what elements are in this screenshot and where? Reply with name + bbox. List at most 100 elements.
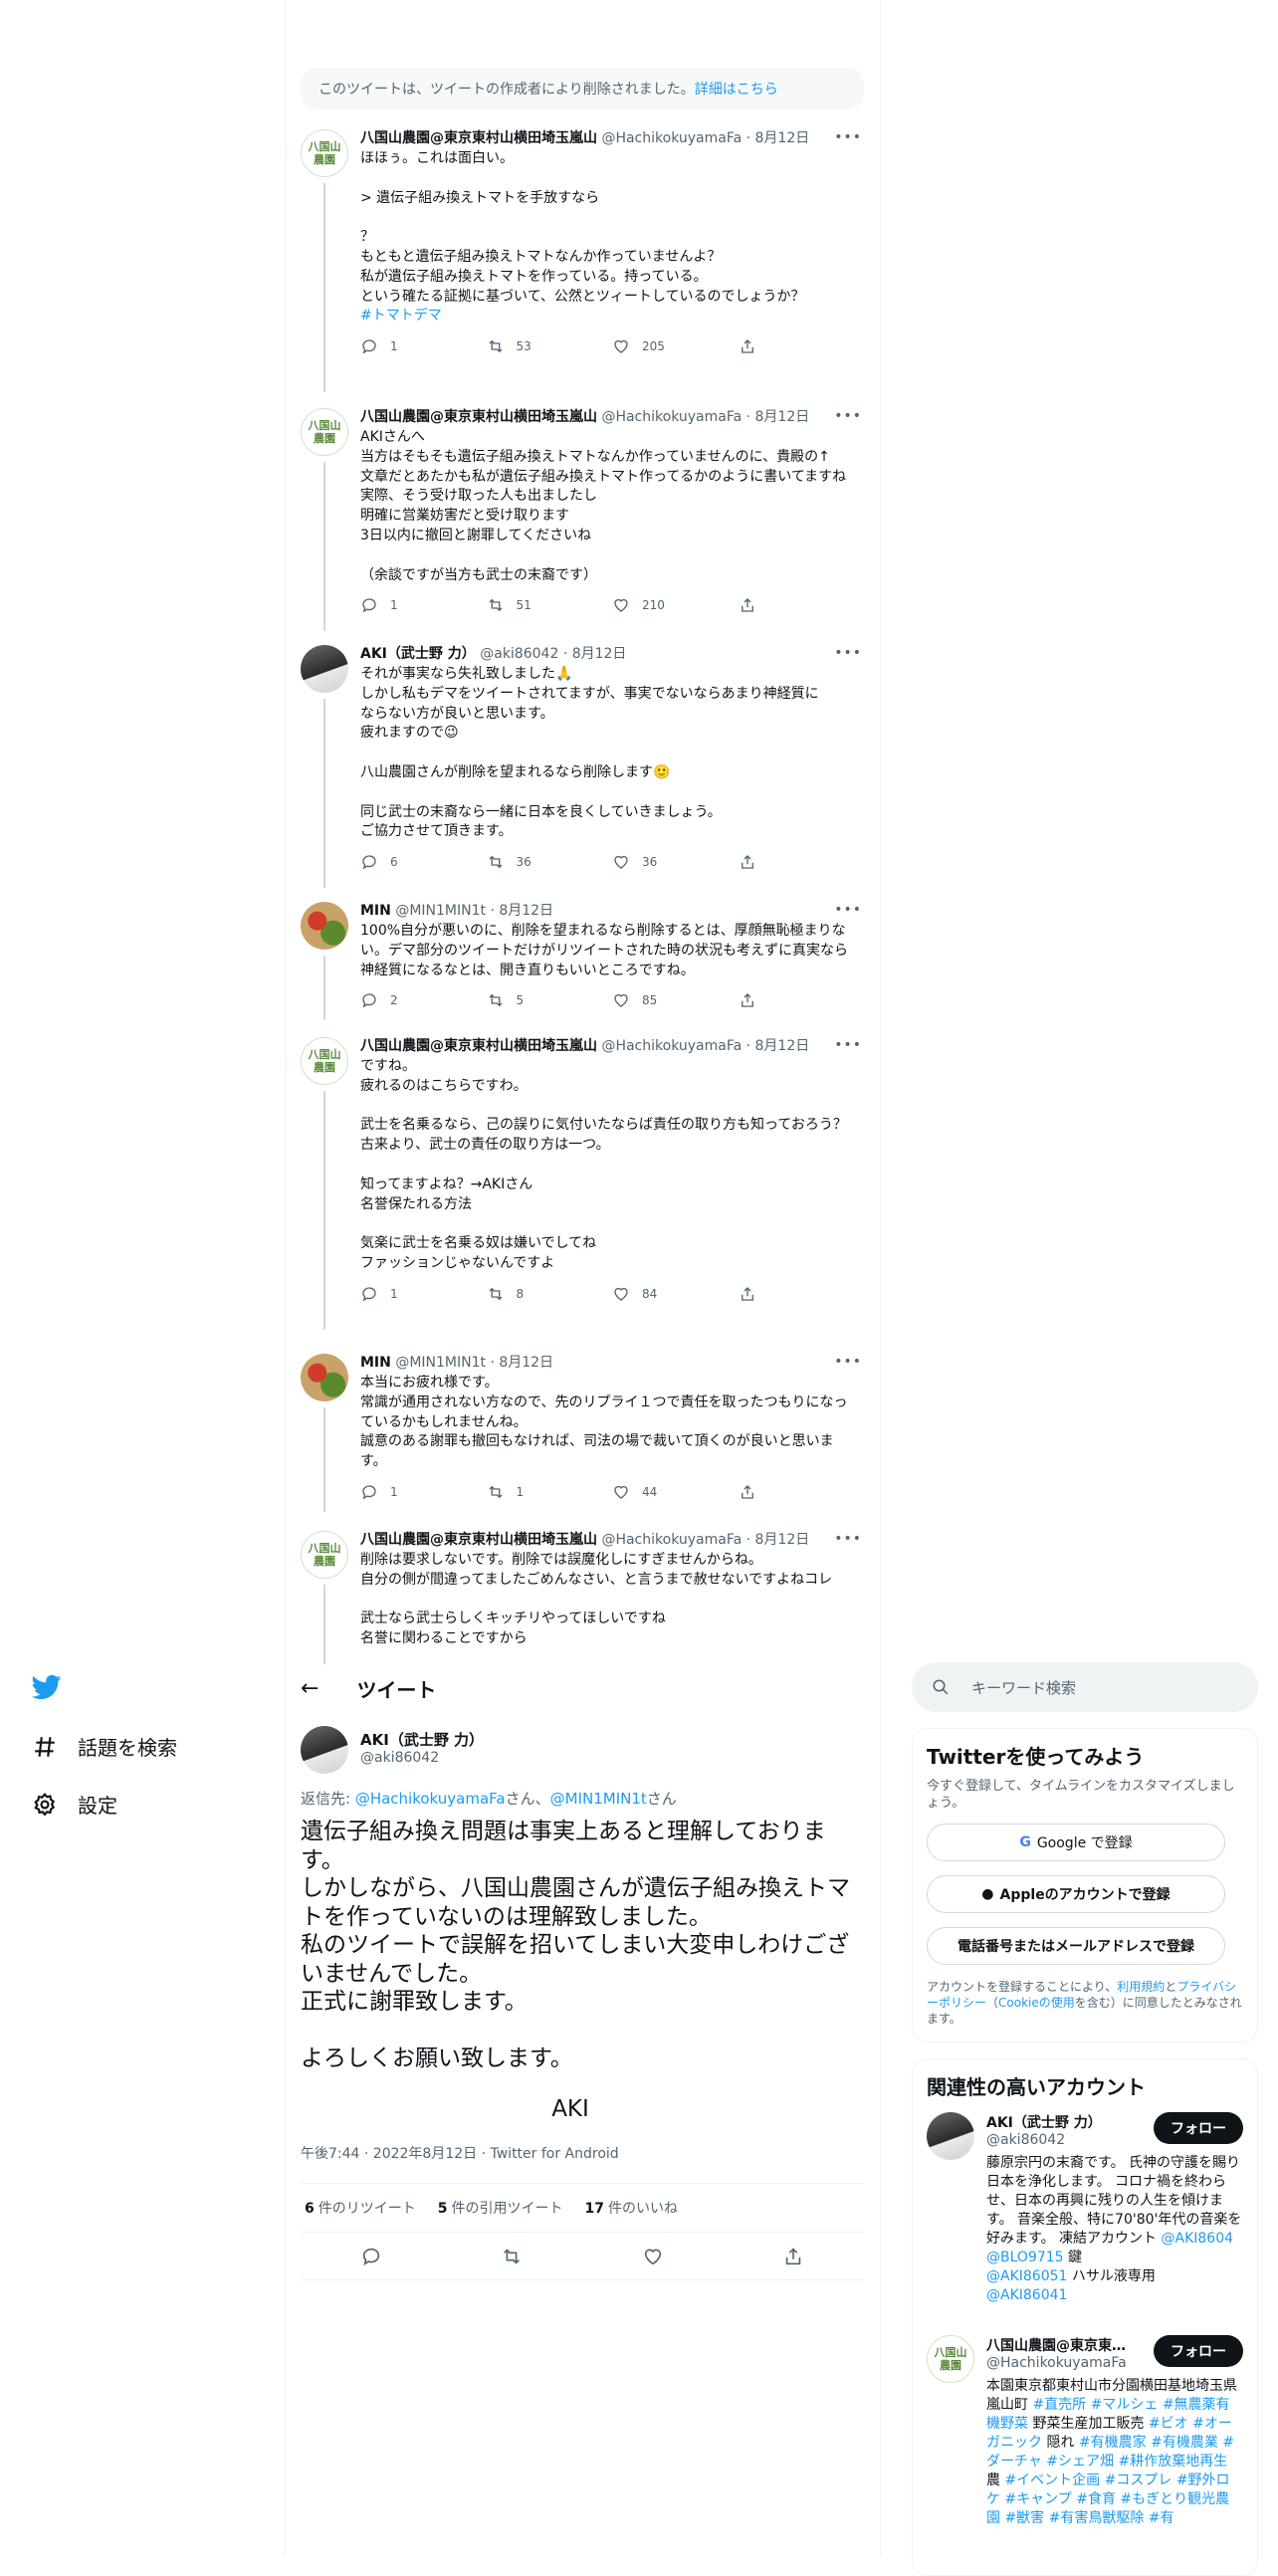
author-name[interactable]: AKI（武士野 力） (360, 646, 476, 662)
like-button[interactable]: 85 (612, 991, 739, 1009)
focal-author[interactable]: AKI（武士野 力） @aki86042 (301, 1726, 699, 1776)
more-icon[interactable]: ••• (834, 1354, 862, 1370)
retweet-button[interactable]: 51 (487, 596, 613, 614)
phone-signup-button[interactable]: 電話番号またはメールアドレスで登録 (927, 1927, 1225, 1965)
author-name[interactable]: 八国山農園@東京東村山横田埼玉嵐山 (360, 1038, 597, 1054)
reply-user-link[interactable]: @HachikokuyamaFa (355, 1790, 506, 1808)
avatar[interactable]: 八国山 農園 (301, 1531, 348, 1579)
share-button[interactable] (739, 596, 865, 614)
terms-link[interactable]: 利用規約 (1117, 1980, 1165, 1994)
author-handle[interactable]: @aki86042 (360, 1750, 439, 1766)
likes-stat[interactable]: 17 件のいいね (585, 2198, 678, 2218)
more-icon[interactable]: ••• (834, 645, 862, 661)
reply-icon[interactable] (360, 2246, 382, 2267)
like-button[interactable]: 84 (612, 1285, 739, 1303)
retweets-stat[interactable]: 6 件のリツイート (305, 2198, 416, 2218)
retweet-button[interactable]: 36 (487, 853, 613, 871)
cookie-link[interactable]: Cookieの使用 (998, 1996, 1075, 2010)
avatar[interactable]: 八国山 農園 (301, 129, 348, 177)
share-icon[interactable] (782, 2246, 804, 2267)
reply-button[interactable]: 1 (360, 337, 487, 355)
twitter-logo-icon[interactable] (32, 1672, 62, 1702)
author-name[interactable]: 八国山農園@東京東村山横田埼玉嵐山 (360, 130, 597, 146)
reply-button[interactable]: 1 (360, 1285, 487, 1303)
quotes-stat[interactable]: 5 件の引用ツイート (438, 2198, 563, 2218)
bio-mention[interactable]: @BLO9715 (986, 2250, 1064, 2265)
author-handle[interactable]: @HachikokuyamaFa (601, 409, 742, 425)
retweet-button[interactable]: 53 (487, 337, 613, 355)
account-row[interactable]: フォロー AKI（武士野 力） @aki86042 藤原宗円の末裔です。 氏神の… (927, 2112, 1243, 2305)
avatar[interactable] (301, 1354, 348, 1401)
thread-tweet[interactable]: AKI（武士野 力） @aki86042 · 8月12日 ••• それが事実なら失礼… (301, 645, 864, 894)
follow-button[interactable]: フォロー (1154, 2335, 1243, 2367)
thread-tweet[interactable]: 八国山 農園 八国山農園@東京東村山横田埼玉嵐山 @HachikokuyamaFa … (301, 129, 864, 398)
tweet-date[interactable]: · 8月12日 (490, 1355, 553, 1371)
bio-mention[interactable]: @AKI86051 (986, 2268, 1067, 2284)
share-button[interactable] (739, 991, 865, 1009)
heart-icon[interactable] (642, 2246, 664, 2267)
tweet-date[interactable]: · 8月12日 (746, 409, 810, 425)
like-button[interactable]: 44 (612, 1483, 739, 1501)
share-button[interactable] (739, 1483, 865, 1501)
author-handle[interactable]: @HachikokuyamaFa (601, 130, 742, 146)
more-icon[interactable]: ••• (834, 408, 862, 424)
more-icon[interactable]: ••• (834, 129, 862, 145)
retweet-button[interactable]: 8 (487, 1285, 613, 1303)
more-icon[interactable]: ••• (834, 1037, 862, 1053)
retweet-icon[interactable] (501, 2246, 523, 2267)
avatar[interactable] (301, 645, 348, 693)
bio-hashtags[interactable]: #イベント企画 #コスプレ #野外ロケ #キャンプ #食育 #もぎとり観光農園 … (986, 2472, 1230, 2526)
author-handle[interactable]: @aki86042 (480, 646, 558, 662)
author-handle[interactable]: @HachikokuyamaFa (601, 1532, 742, 1548)
author-name[interactable]: 八国山農園@東京東村山横田埼玉嵐山 (360, 1532, 597, 1548)
share-button[interactable] (739, 853, 865, 871)
author-name[interactable]: MIN (360, 1355, 391, 1371)
thread-tweet[interactable]: 八国山 農園 八国山農園@東京東村山横田埼玉嵐山 @HachikokuyamaFa … (301, 1531, 864, 1674)
search-input[interactable]: キーワード検索 (912, 1662, 1258, 1712)
more-icon[interactable]: ••• (834, 902, 862, 918)
retweet-button[interactable]: 1 (487, 1483, 613, 1501)
avatar[interactable] (927, 2112, 974, 2160)
reply-button[interactable]: 1 (360, 596, 487, 614)
thread-tweet[interactable]: 八国山 農園 八国山農園@東京東村山横田埼玉嵐山 @HachikokuyamaFa … (301, 1037, 864, 1336)
account-name[interactable]: AKI（武士野 力） (986, 2112, 1136, 2132)
nav-settings[interactable]: 設定 (32, 1790, 117, 1819)
share-button[interactable] (739, 337, 865, 355)
reply-button[interactable]: 2 (360, 991, 487, 1009)
author-handle[interactable]: @MIN1MIN1t (395, 1355, 486, 1371)
tweet-date[interactable]: · 8月12日 (746, 130, 810, 146)
avatar[interactable] (301, 1726, 348, 1774)
avatar[interactable]: 八国山 農園 (301, 408, 348, 456)
nav-explore[interactable]: 話題を検索 (32, 1732, 177, 1761)
avatar[interactable] (301, 902, 348, 950)
bio-mention[interactable]: @AKI8604 (1162, 2231, 1234, 2247)
bio-mention[interactable]: @AKI86041 (986, 2287, 1067, 2303)
google-signup-button[interactable]: G Google で登録 (927, 1824, 1225, 1861)
author-handle[interactable]: @MIN1MIN1t (395, 903, 486, 919)
author-name[interactable]: 八国山農園@東京東村山横田埼玉嵐山 (360, 409, 597, 425)
avatar[interactable]: 八国山 農園 (301, 1037, 348, 1085)
thread-tweet[interactable]: MIN @MIN1MIN1t · 8月12日 ••• 本当にお疲れ様です。 常識が通… (301, 1354, 864, 1518)
apple-signup-button[interactable]: ● Appleのアカウントで登録 (927, 1875, 1225, 1913)
author-name[interactable]: MIN (360, 903, 391, 919)
learn-more-link[interactable]: 詳細はこちら (695, 79, 778, 99)
retweet-button[interactable]: 5 (487, 991, 613, 1009)
avatar[interactable]: 八国山 農園 (927, 2335, 974, 2383)
thread-tweet[interactable]: MIN @MIN1MIN1t · 8月12日 ••• 100%自分が悪いのに、削除を… (301, 902, 864, 1026)
author-handle[interactable]: @HachikokuyamaFa (601, 1038, 742, 1054)
author-name[interactable]: AKI（武士野 力） (360, 1729, 484, 1750)
reply-button[interactable]: 1 (360, 1483, 487, 1501)
share-button[interactable] (739, 1285, 865, 1303)
like-button[interactable]: 205 (612, 337, 739, 355)
account-row[interactable]: 八国山農園 フォロー 八国山農園@東京東村山横田埼玉嵐山 @Hachikokuy… (927, 2335, 1243, 2528)
follow-button[interactable]: フォロー (1154, 2112, 1243, 2144)
hashtag-link[interactable]: #トマトデマ (360, 308, 442, 323)
reply-button[interactable]: 6 (360, 853, 487, 871)
account-name[interactable]: 八国山農園@東京東村山横田埼玉嵐山 (986, 2335, 1136, 2355)
tweet-date[interactable]: · 8月12日 (746, 1038, 810, 1054)
tweet-date[interactable]: · 8月12日 (746, 1532, 810, 1548)
like-button[interactable]: 210 (612, 596, 739, 614)
like-button[interactable]: 36 (612, 853, 739, 871)
more-icon[interactable]: ••• (834, 1531, 862, 1547)
tweet-date[interactable]: · 8月12日 (490, 903, 553, 919)
